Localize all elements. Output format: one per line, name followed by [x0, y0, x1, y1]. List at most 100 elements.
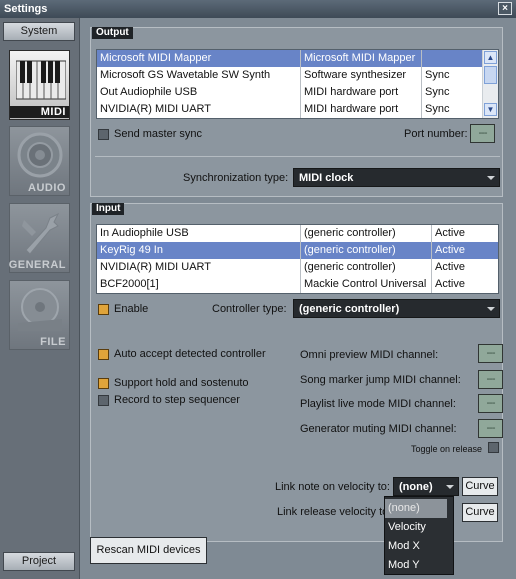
toggle-release-label: Toggle on release: [411, 444, 483, 454]
table-row[interactable]: NVIDIA(R) MIDI UART MIDI hardware port S…: [97, 101, 482, 118]
device-name: Out Audiophile USB: [100, 86, 198, 98]
link-note-label: Link note on velocity to:: [275, 481, 390, 493]
send-master-sync-checkbox[interactable]: [98, 129, 109, 140]
song-marker-label: Song marker jump MIDI channel:: [300, 374, 461, 386]
device-type: Microsoft MIDI Mapper: [304, 52, 416, 64]
controller-type-select[interactable]: (generic controller): [293, 299, 500, 318]
dropdown-option-none[interactable]: (none): [385, 499, 447, 518]
table-row[interactable]: Microsoft MIDI Mapper Microsoft MIDI Map…: [97, 50, 482, 67]
controller-type: Mackie Control Universal: [304, 278, 427, 290]
device-status: [422, 50, 477, 67]
window-title: Settings: [4, 3, 48, 15]
device-type: Software synthesizer: [304, 69, 407, 81]
omni-preview-channel[interactable]: ---: [478, 344, 503, 363]
divider: [95, 156, 500, 157]
note-curve-button[interactable]: Curve: [462, 477, 498, 496]
output-list[interactable]: Microsoft MIDI Mapper Microsoft MIDI Map…: [96, 49, 499, 119]
support-hold-checkbox[interactable]: [98, 378, 109, 389]
controller-type-value: (generic controller): [299, 303, 400, 315]
project-button[interactable]: Project: [3, 552, 75, 571]
output-scrollbar[interactable]: ▲ ▼: [482, 50, 498, 118]
column-divider: [431, 225, 432, 293]
device-status: Active: [435, 244, 465, 256]
link-note-value: (none): [399, 481, 433, 493]
device-status: Sync: [425, 86, 450, 98]
generator-muting-label: Generator muting MIDI channel:: [300, 423, 457, 435]
dropdown-option-mod-x[interactable]: Mod X: [385, 537, 447, 556]
chevron-down-icon: [487, 176, 495, 180]
device-status: Active: [435, 261, 465, 273]
velocity-dropdown-menu[interactable]: (none) Velocity Mod X Mod Y: [384, 496, 454, 575]
category-audio[interactable]: AUDIO: [9, 126, 70, 196]
send-master-sync-label: Send master sync: [114, 128, 203, 140]
column-divider: [421, 50, 422, 118]
table-row[interactable]: Microsoft GS Wavetable SW Synth Software…: [97, 67, 482, 84]
category-label: MIDI: [10, 106, 69, 118]
record-step-label: Record to step sequencer: [114, 394, 240, 406]
system-button[interactable]: System: [3, 22, 75, 41]
sync-type-value: MIDI clock: [299, 172, 354, 184]
disk-icon: [18, 288, 62, 331]
song-marker-channel[interactable]: ---: [478, 370, 503, 389]
auto-accept-checkbox[interactable]: [98, 349, 109, 360]
device-name: NVIDIA(R) MIDI UART: [100, 261, 212, 273]
table-row[interactable]: In Audiophile USB (generic controller) A…: [97, 225, 498, 242]
controller-type: (generic controller): [304, 261, 396, 273]
toggle-release-checkbox[interactable]: [488, 442, 499, 453]
category-midi[interactable]: MIDI: [9, 50, 70, 120]
device-name: Microsoft MIDI Mapper: [100, 52, 212, 64]
link-note-select[interactable]: (none): [393, 477, 459, 496]
device-name: KeyRig 49 In: [100, 244, 163, 256]
table-row[interactable]: Out Audiophile USB MIDI hardware port Sy…: [97, 84, 482, 101]
device-type: MIDI hardware port: [304, 103, 399, 115]
port-number-label: Port number:: [404, 128, 468, 140]
enable-checkbox[interactable]: [98, 304, 109, 315]
output-group: Output Microsoft MIDI Mapper Microsoft M…: [90, 27, 503, 197]
column-divider: [300, 225, 301, 293]
controller-type: (generic controller): [304, 227, 396, 239]
sync-type-select[interactable]: MIDI clock: [293, 168, 500, 187]
category-file[interactable]: FILE: [9, 280, 70, 350]
output-title: Output: [92, 27, 133, 39]
sidebar: System MIDI AUDIO GENERAL FILE Project: [0, 18, 80, 579]
table-row[interactable]: KeyRig 49 In (generic controller) Active: [97, 242, 498, 259]
title-bar: Settings ×: [0, 0, 516, 18]
dropdown-option-mod-y[interactable]: Mod Y: [385, 556, 447, 575]
scroll-thumb[interactable]: [484, 66, 497, 84]
controller-type-label: Controller type:: [212, 303, 287, 315]
wrench-icon: [22, 212, 60, 255]
playlist-live-channel[interactable]: ---: [478, 394, 503, 413]
chevron-down-icon: [446, 485, 454, 489]
settings-panel: Output Microsoft MIDI Mapper Microsoft M…: [82, 20, 512, 575]
scroll-down-icon[interactable]: ▼: [484, 103, 497, 116]
column-divider: [300, 50, 301, 118]
record-step-checkbox[interactable]: [98, 395, 109, 406]
generator-muting-channel[interactable]: ---: [478, 419, 503, 438]
controller-type: (generic controller): [304, 244, 396, 256]
rescan-midi-button[interactable]: Rescan MIDI devices: [90, 537, 207, 564]
input-list[interactable]: In Audiophile USB (generic controller) A…: [96, 224, 499, 294]
close-icon[interactable]: ×: [498, 2, 512, 15]
device-name: In Audiophile USB: [100, 227, 189, 239]
table-row[interactable]: NVIDIA(R) MIDI UART (generic controller)…: [97, 259, 498, 276]
support-hold-label: Support hold and sostenuto: [114, 377, 249, 389]
chevron-down-icon: [487, 307, 495, 311]
table-row[interactable]: BCF2000[1] Mackie Control Universal Acti…: [97, 276, 498, 293]
device-status: Active: [435, 278, 465, 290]
device-name: Microsoft GS Wavetable SW Synth: [100, 69, 271, 81]
category-general[interactable]: GENERAL: [9, 203, 70, 273]
category-label: GENERAL: [8, 259, 66, 271]
scroll-up-icon[interactable]: ▲: [484, 51, 497, 64]
category-label: FILE: [40, 336, 66, 348]
dropdown-option-velocity[interactable]: Velocity: [385, 518, 447, 537]
category-label: AUDIO: [28, 182, 66, 194]
auto-accept-label: Auto accept detected controller: [114, 348, 266, 360]
sync-type-label: Synchronization type:: [183, 172, 289, 184]
device-name: NVIDIA(R) MIDI UART: [100, 103, 212, 115]
release-curve-button[interactable]: Curve: [462, 503, 498, 522]
port-number-field[interactable]: ---: [470, 124, 495, 143]
enable-label: Enable: [114, 303, 149, 315]
device-type: MIDI hardware port: [304, 86, 399, 98]
device-status: Sync: [425, 103, 450, 115]
device-status: Sync: [425, 69, 450, 81]
